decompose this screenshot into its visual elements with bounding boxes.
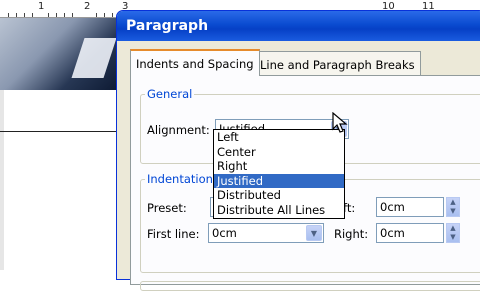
dialog-title: Paragraph: [126, 18, 209, 34]
right-indent-label: Right:: [334, 227, 369, 241]
first-line-label: First line:: [147, 227, 200, 241]
tab-indents-and-spacing[interactable]: Indents and Spacing: [130, 49, 260, 76]
left-indent-spinner[interactable]: ▲ ▼: [446, 197, 460, 217]
alignment-dropdown-list[interactable]: Left Center Right Justified Distributed …: [213, 129, 345, 219]
document-image[interactable]: [0, 18, 118, 90]
left-indent-value: 0cm: [380, 200, 405, 214]
chevron-down-icon[interactable]: ▼: [306, 225, 322, 241]
indentation-group-label: Indentation: [145, 172, 215, 186]
alignment-option-justified[interactable]: Justified: [214, 173, 344, 189]
right-indent-value: 0cm: [380, 226, 405, 240]
ruler-number: 1: [38, 1, 45, 12]
spacing-group: [140, 281, 480, 291]
tab-line-and-paragraph-breaks[interactable]: Line and Paragraph Breaks: [254, 51, 421, 75]
dialog-title-bar[interactable]: Paragraph: [117, 11, 480, 41]
alignment-option-left[interactable]: Left: [214, 130, 344, 145]
first-line-value: 0cm: [212, 226, 237, 240]
alignment-option-center[interactable]: Center: [214, 145, 344, 160]
preset-label: Preset:: [147, 201, 187, 215]
document-rule-line: [0, 131, 118, 132]
mouse-pointer-icon: [332, 112, 348, 133]
left-indent-input[interactable]: 0cm: [376, 197, 444, 217]
general-group-label: General: [145, 87, 195, 101]
alignment-label: Alignment:: [147, 123, 210, 137]
first-line-select[interactable]: 0cm ▼: [208, 223, 324, 243]
ruler-number: 2: [84, 1, 91, 12]
alignment-option-right[interactable]: Right: [214, 159, 344, 174]
right-indent-input[interactable]: 0cm: [376, 223, 444, 243]
right-indent-spinner[interactable]: ▲ ▼: [446, 223, 460, 243]
alignment-option-distributed[interactable]: Distributed: [214, 188, 344, 203]
alignment-option-distribute-all-lines[interactable]: Distribute All Lines: [214, 203, 344, 218]
